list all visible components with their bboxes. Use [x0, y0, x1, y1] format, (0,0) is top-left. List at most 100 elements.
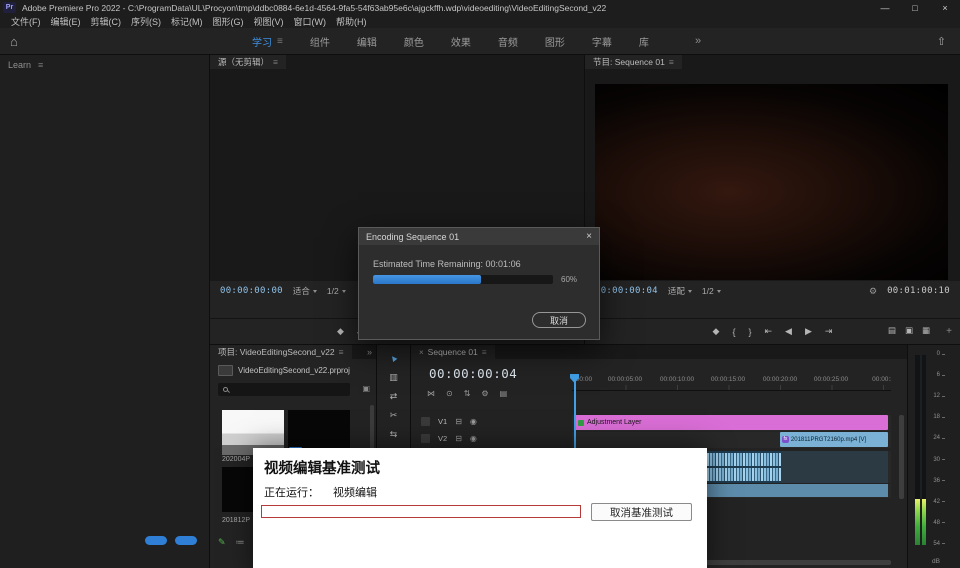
tab-program-monitor[interactable]: 节目: Sequence 01 ≡	[585, 55, 682, 69]
encoding-progress-percent: 60%	[561, 275, 577, 284]
close-icon[interactable]: ×	[419, 348, 424, 357]
project-search-input[interactable]	[233, 385, 345, 394]
timeline-settings-icon[interactable]: ⚙	[481, 389, 488, 398]
close-icon[interactable]: ×	[586, 231, 592, 242]
panel-menu-icon[interactable]: ≡	[339, 347, 344, 357]
workspace-tab-libraries[interactable]: 库	[639, 34, 649, 49]
list-view-icon[interactable]: ≔	[236, 537, 245, 548]
workspace-menu-icon[interactable]: ≡	[277, 36, 283, 47]
search-options-icon[interactable]: ▣	[362, 384, 370, 393]
track-output-icon[interactable]: ◉	[470, 434, 477, 443]
pagination-pill[interactable]	[175, 536, 197, 545]
workspace-tab-color[interactable]: 颜色	[404, 34, 424, 49]
panel-menu-icon[interactable]: ≡	[273, 57, 278, 67]
menu-sequence[interactable]: 序列(S)	[126, 15, 166, 28]
source-timecode-current[interactable]: 00:00:00:00	[220, 286, 283, 296]
program-resolution-select[interactable]: 1/2	[702, 286, 721, 296]
scale-label: 48	[930, 520, 940, 526]
clip-video[interactable]: fx 201811PRGT2160p.mp4 [V]	[780, 432, 888, 447]
source-zoom-select[interactable]: 适合	[293, 285, 317, 297]
markers-icon[interactable]: ▤	[500, 389, 508, 398]
search-icon	[223, 387, 228, 392]
ripple-edit-tool-icon[interactable]: ⇄	[390, 391, 398, 401]
menu-file[interactable]: 文件(F)	[6, 15, 46, 28]
program-timecode-current[interactable]: 00:00:00:04	[595, 286, 658, 296]
lift-button[interactable]: ▤	[888, 325, 896, 336]
clip-audio-continuation[interactable]	[781, 451, 888, 483]
menu-view[interactable]: 视图(V)	[249, 15, 289, 28]
linked-selection-icon[interactable]: ⇅	[464, 389, 471, 398]
track-label[interactable]: V1	[438, 417, 447, 426]
close-button[interactable]: ×	[930, 0, 960, 15]
button-editor-plus-icon[interactable]: +	[946, 326, 952, 337]
ruler-label: 00:00:25:00	[814, 376, 848, 383]
workspace-tab-graphics[interactable]: 图形	[545, 34, 565, 49]
tab-sequence[interactable]: × Sequence 01 ≡	[411, 345, 495, 359]
tab-label: Sequence 01	[428, 347, 478, 357]
cancel-button[interactable]: 取消	[532, 312, 586, 328]
track-source-assign[interactable]	[421, 434, 430, 443]
menu-markers[interactable]: 标记(M)	[166, 15, 208, 28]
slip-tool-icon[interactable]: ⇆	[390, 429, 398, 439]
go-to-in-button[interactable]: ⇤	[765, 326, 773, 337]
menu-edit[interactable]: 编辑(E)	[46, 15, 86, 28]
export-frame-button[interactable]: ▣	[905, 325, 913, 336]
selection-tool-icon[interactable]: ▲	[389, 353, 398, 363]
workspace-overflow-icon[interactable]: »	[695, 35, 701, 47]
clip-adjustment-layer[interactable]: Adjustment Layer	[575, 415, 888, 430]
mark-out-button[interactable]: }	[748, 327, 751, 337]
resolution-value: 1/2	[702, 286, 714, 296]
panel-overflow-icon[interactable]: »	[367, 347, 372, 357]
panel-menu-icon[interactable]: ≡	[38, 60, 43, 70]
workspace-tab-effects[interactable]: 效果	[451, 34, 471, 49]
sync-lock-icon[interactable]: ⊟	[455, 434, 462, 443]
minimize-button[interactable]: —	[870, 0, 900, 15]
workspace-tab-audio[interactable]: 音频	[498, 34, 518, 49]
menu-help[interactable]: 帮助(H)	[331, 15, 372, 28]
track-output-icon[interactable]: ◉	[470, 417, 477, 426]
go-to-out-button[interactable]: ⇥	[825, 326, 833, 337]
track-select-tool-icon[interactable]: ▥	[389, 372, 398, 382]
tab-project[interactable]: 项目: VideoEditingSecond_v22 ≡	[210, 345, 352, 359]
maximize-button[interactable]: □	[900, 0, 930, 15]
quick-export-icon[interactable]: ⇧	[937, 35, 946, 48]
timeline-timecode[interactable]: 00:00:00:04	[429, 366, 517, 381]
play-button[interactable]: ▶	[805, 326, 812, 337]
source-resolution-select[interactable]: 1/2	[327, 286, 346, 296]
home-icon[interactable]: ⌂	[10, 34, 18, 49]
workspace-tab-learning[interactable]: 学习 ≡	[252, 34, 283, 49]
program-monitor-panel: 节目: Sequence 01 ≡ 00:00:00:04 适配 1/2 ⚙ 0…	[585, 55, 960, 344]
nest-icon[interactable]: ⋈	[427, 389, 435, 398]
track-source-assign[interactable]	[421, 417, 430, 426]
settings-wrench-icon[interactable]: ⚙	[869, 286, 877, 297]
razor-tool-icon[interactable]: ✂	[390, 410, 398, 420]
menu-window[interactable]: 窗口(W)	[289, 15, 332, 28]
menu-clip[interactable]: 剪辑(C)	[86, 15, 127, 28]
project-search-box[interactable]	[218, 383, 350, 396]
track-label[interactable]: V2	[438, 434, 447, 443]
tab-source-monitor[interactable]: 源（无剪辑） ≡	[210, 55, 286, 69]
timeline-ruler[interactable]: :00:00 00:00:05:00 00:00:10:00 00:00:15:…	[572, 373, 891, 391]
add-marker-button[interactable]: ◆	[337, 326, 344, 337]
workspace-tab-editing[interactable]: 编辑	[357, 34, 377, 49]
workspace-tab-assembly[interactable]: 组件	[310, 34, 330, 49]
panel-menu-icon[interactable]: ≡	[482, 347, 487, 357]
snap-icon[interactable]: ⊙	[446, 389, 453, 398]
step-back-button[interactable]: ◀	[785, 326, 792, 337]
encoding-dialog-titlebar[interactable]: Encoding Sequence 01 ×	[359, 228, 599, 245]
edit-pencil-icon[interactable]: ✎	[218, 537, 226, 548]
menu-graphics[interactable]: 图形(G)	[208, 15, 249, 28]
program-zoom-select[interactable]: 适配	[668, 285, 692, 297]
panel-menu-icon[interactable]: ≡	[669, 57, 674, 67]
comparison-view-button[interactable]: ▦	[922, 325, 930, 336]
add-marker-button[interactable]: ◆	[713, 326, 720, 337]
sync-lock-icon[interactable]: ⊟	[455, 417, 462, 426]
cancel-benchmark-button[interactable]: 取消基准测试	[591, 503, 692, 521]
scale-label: 30	[930, 457, 940, 463]
workspace-tab-captions[interactable]: 字幕	[592, 34, 612, 49]
scale-tick	[942, 543, 945, 544]
timeline-vertical-scrollbar[interactable]	[899, 415, 904, 499]
project-file-row[interactable]: VideoEditingSecond_v22.prproj	[218, 365, 350, 376]
pagination-pill[interactable]	[145, 536, 167, 545]
mark-in-button[interactable]: {	[732, 327, 735, 337]
